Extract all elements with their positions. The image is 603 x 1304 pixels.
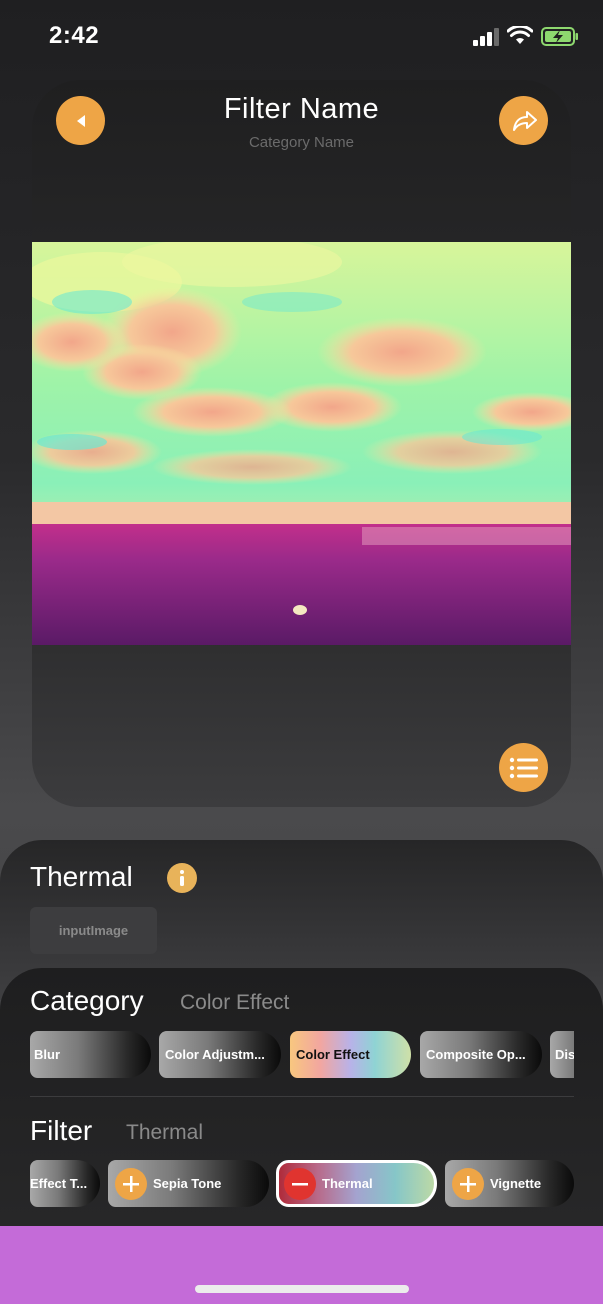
category-selected-value: Color Effect xyxy=(180,991,290,1014)
home-indicator[interactable] xyxy=(195,1285,409,1293)
filter-selected-value: Thermal xyxy=(126,1121,204,1144)
category-chip-color-adjustment[interactable]: Color Adjustm... xyxy=(159,1031,281,1078)
list-icon xyxy=(509,757,538,778)
add-icon[interactable] xyxy=(452,1167,484,1200)
cellular-signal-icon xyxy=(473,28,499,46)
battery-charging-icon xyxy=(541,27,578,46)
info-icon xyxy=(180,870,184,886)
input-image-chip[interactable]: inputImage xyxy=(30,907,157,954)
category-name-subtitle: Category Name xyxy=(248,134,355,151)
share-button[interactable] xyxy=(499,96,548,145)
filter-label: Filter xyxy=(30,1115,93,1146)
share-icon xyxy=(512,110,537,131)
filter-name-title: Filter Name xyxy=(223,93,380,125)
category-chip-row[interactable]: Blur Color Adjustm... Color Effect Compo… xyxy=(30,1031,574,1081)
preview-card: Filter Name Category Name xyxy=(32,80,571,807)
wifi-icon xyxy=(507,26,533,44)
filtered-photo xyxy=(32,242,571,645)
remove-icon[interactable] xyxy=(284,1167,316,1200)
category-label: Category xyxy=(30,985,144,1016)
filter-chip-label: Vignette xyxy=(490,1176,542,1191)
status-bar: 2:42 xyxy=(0,0,603,70)
category-chip-composite-operation[interactable]: Composite Op... xyxy=(420,1031,542,1078)
category-chip-distortion[interactable]: Dis xyxy=(550,1031,574,1078)
filter-chip-effect-transfer[interactable]: Effect T... xyxy=(30,1160,100,1207)
filter-list-button[interactable] xyxy=(499,743,548,792)
filter-chip-label: Sepia Tone xyxy=(153,1176,222,1191)
info-button[interactable] xyxy=(167,863,197,893)
filter-chip-vignette[interactable]: Vignette xyxy=(445,1160,574,1207)
filter-chip-thermal[interactable]: Thermal xyxy=(276,1160,437,1207)
filter-detail-title: Thermal xyxy=(30,861,133,892)
filter-chip-row[interactable]: Effect T... Sepia Tone Thermal Vignette xyxy=(30,1160,574,1212)
filter-chip-label: Effect T... xyxy=(30,1176,88,1191)
category-chip-color-effect[interactable]: Color Effect xyxy=(290,1031,411,1078)
category-chip-blur[interactable]: Blur xyxy=(30,1031,151,1078)
filter-chip-label: Thermal xyxy=(322,1176,373,1191)
add-icon[interactable] xyxy=(115,1167,147,1200)
status-time: 2:42 xyxy=(49,22,100,49)
section-divider xyxy=(30,1096,574,1097)
filter-chip-sepia-tone[interactable]: Sepia Tone xyxy=(108,1160,269,1207)
